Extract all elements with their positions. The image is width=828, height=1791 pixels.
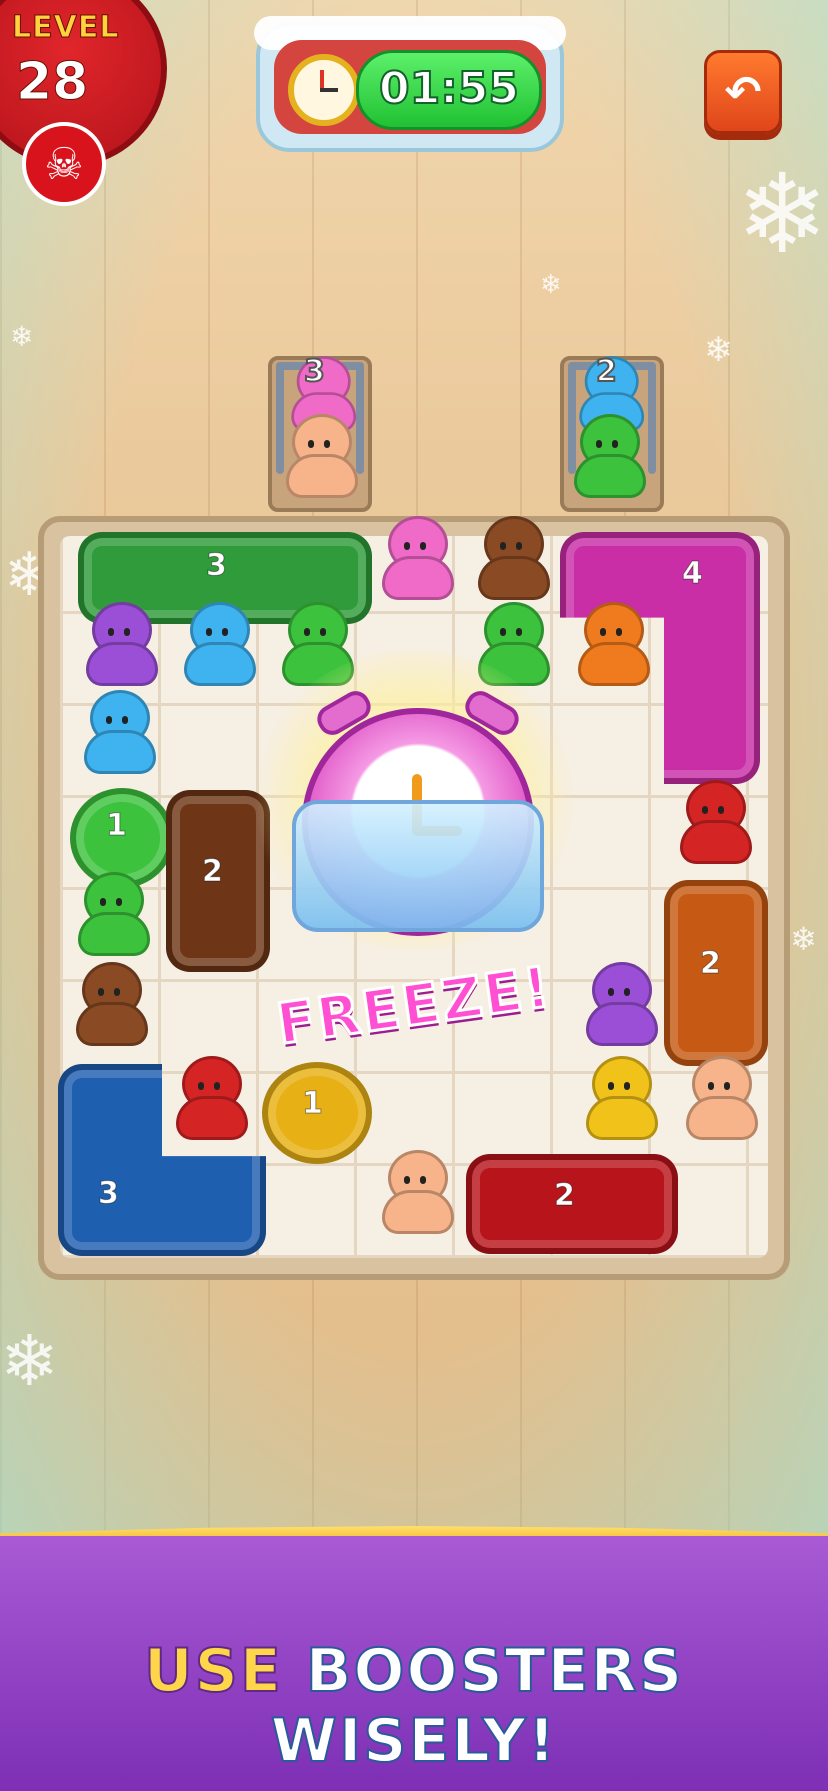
timer-value: 01:55 xyxy=(378,62,520,115)
person-red[interactable] xyxy=(172,1056,248,1140)
person-brown[interactable] xyxy=(474,516,550,600)
car-label: 2 xyxy=(202,854,224,890)
timer: 01:55 xyxy=(254,16,566,152)
snowflake-icon: ❄ xyxy=(10,320,34,353)
banner-word: BOOSTERS xyxy=(305,1635,685,1707)
person-peach xyxy=(282,414,358,498)
car-label: 2 xyxy=(554,1178,576,1214)
person-orange[interactable] xyxy=(574,602,650,686)
timer-inner: 01:55 xyxy=(274,40,546,134)
person-purple[interactable] xyxy=(582,962,658,1046)
car-label: 1 xyxy=(302,1086,324,1122)
snowflake-icon: ❄ xyxy=(0,1320,59,1402)
person-green[interactable] xyxy=(74,872,150,956)
snowflake-icon: ❄ xyxy=(704,330,733,370)
banner-word: WISELY! xyxy=(270,1705,558,1777)
ice-block-icon xyxy=(292,800,544,932)
snowflake-icon: ❄ xyxy=(790,920,817,958)
person-green xyxy=(570,414,646,498)
banner-caption: USE BOOSTERS WISELY! xyxy=(0,1635,828,1777)
car-label: 1 xyxy=(106,808,128,844)
tunnel-bar xyxy=(648,364,656,474)
skull-icon: ☠ xyxy=(22,122,106,206)
person-lightblue[interactable] xyxy=(180,602,256,686)
undo-icon: ↶ xyxy=(724,66,762,118)
undo-button[interactable]: ↶ xyxy=(704,50,782,134)
queue-count-left: 3 xyxy=(303,353,326,390)
stopwatch-icon xyxy=(288,54,360,126)
car-label: 4 xyxy=(682,556,704,592)
snowflake-icon: ❄ xyxy=(736,150,828,278)
snowflake-icon: ❄ xyxy=(540,270,562,300)
person-lightblue[interactable] xyxy=(80,690,156,774)
car-label: 3 xyxy=(98,1176,120,1212)
queue-count-right: 2 xyxy=(595,353,618,390)
person-brown[interactable] xyxy=(72,962,148,1046)
level-label: LEVEL xyxy=(12,10,120,46)
car-label: 2 xyxy=(700,946,722,982)
person-pink[interactable] xyxy=(378,516,454,600)
person-yellow[interactable] xyxy=(582,1056,658,1140)
person-purple[interactable] xyxy=(82,602,158,686)
level-number: 28 xyxy=(16,52,89,113)
banner-word: USE xyxy=(143,1635,283,1707)
timer-pill: 01:55 xyxy=(356,50,542,130)
person-peach[interactable] xyxy=(378,1150,454,1234)
person-peach[interactable] xyxy=(682,1056,758,1140)
car-label: 3 xyxy=(206,548,228,584)
tunnel-bar xyxy=(356,364,364,474)
person-red[interactable] xyxy=(676,780,752,864)
